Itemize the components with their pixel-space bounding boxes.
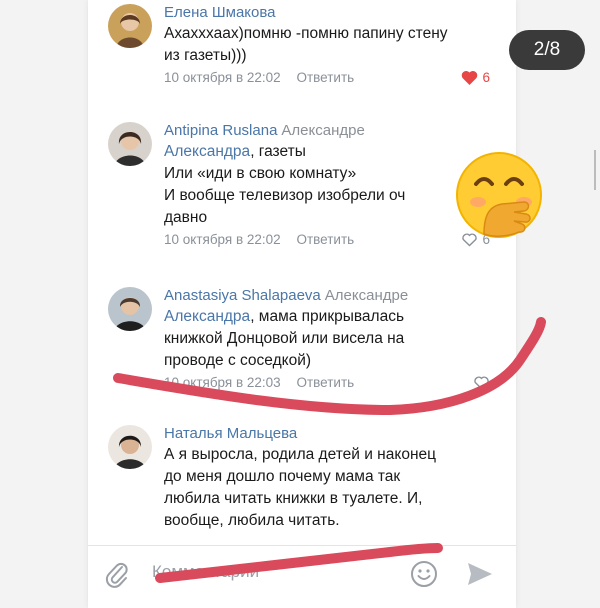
send-icon[interactable] bbox=[466, 561, 494, 587]
smile-icon[interactable] bbox=[410, 560, 438, 588]
avatar[interactable] bbox=[108, 425, 152, 469]
reply-to: Александре bbox=[324, 287, 409, 304]
mention-link[interactable]: Александра bbox=[164, 308, 250, 325]
comment-text: Александра, газеты Или «иди в свою комнат… bbox=[164, 143, 406, 226]
comment-date: 10 октября в 22:02 bbox=[164, 232, 281, 247]
like-button[interactable]: 6 bbox=[461, 70, 490, 85]
reply-button[interactable]: Ответить bbox=[296, 232, 354, 247]
comment-author[interactable]: Anastasiya Shalapaeva Александре bbox=[164, 287, 504, 304]
reply-to: Александре bbox=[281, 122, 365, 139]
avatar[interactable] bbox=[108, 122, 152, 166]
reply-button[interactable]: Ответить bbox=[296, 70, 354, 85]
comment-text: А я выросла, родила детей и наконец до ме… bbox=[164, 446, 436, 529]
comment-author[interactable]: Наталья Мальцева bbox=[164, 425, 504, 442]
comment-meta: 10 октября в 22:03 Ответить bbox=[164, 375, 504, 395]
heart-icon bbox=[474, 376, 489, 390]
slide-counter: 2/8 bbox=[509, 30, 585, 70]
comment-meta: 10 октября в 22:02 Ответить 6 bbox=[164, 232, 504, 252]
like-button[interactable] bbox=[473, 375, 490, 390]
comment-author[interactable]: Antipina Ruslana Александре bbox=[164, 122, 504, 139]
heart-icon bbox=[462, 70, 478, 85]
comment-meta: 10 октября в 22:02 Ответить 6 bbox=[164, 70, 504, 90]
comment-composer: Комментарий bbox=[88, 545, 516, 602]
face-with-hand-over-mouth-emoji bbox=[456, 152, 542, 238]
comment-text: Александра, мама прикрывалась книжкой Дон… bbox=[164, 308, 405, 369]
scrollbar[interactable] bbox=[594, 150, 596, 190]
avatar[interactable] bbox=[108, 4, 152, 48]
reply-button[interactable]: Ответить bbox=[296, 375, 354, 390]
avatar[interactable] bbox=[108, 287, 152, 331]
comment-text: Ахахххаах)помню -помню папину стену из га… bbox=[164, 25, 448, 64]
mention-link[interactable]: Александра bbox=[164, 143, 250, 160]
comment-author[interactable]: Елена Шмакова bbox=[164, 4, 504, 21]
comment-input[interactable]: Комментарий bbox=[152, 562, 259, 582]
attach-icon[interactable] bbox=[104, 560, 130, 588]
like-count: 6 bbox=[482, 70, 490, 85]
comment-date: 10 октября в 22:03 bbox=[164, 375, 281, 390]
comment-date: 10 октября в 22:02 bbox=[164, 70, 281, 85]
